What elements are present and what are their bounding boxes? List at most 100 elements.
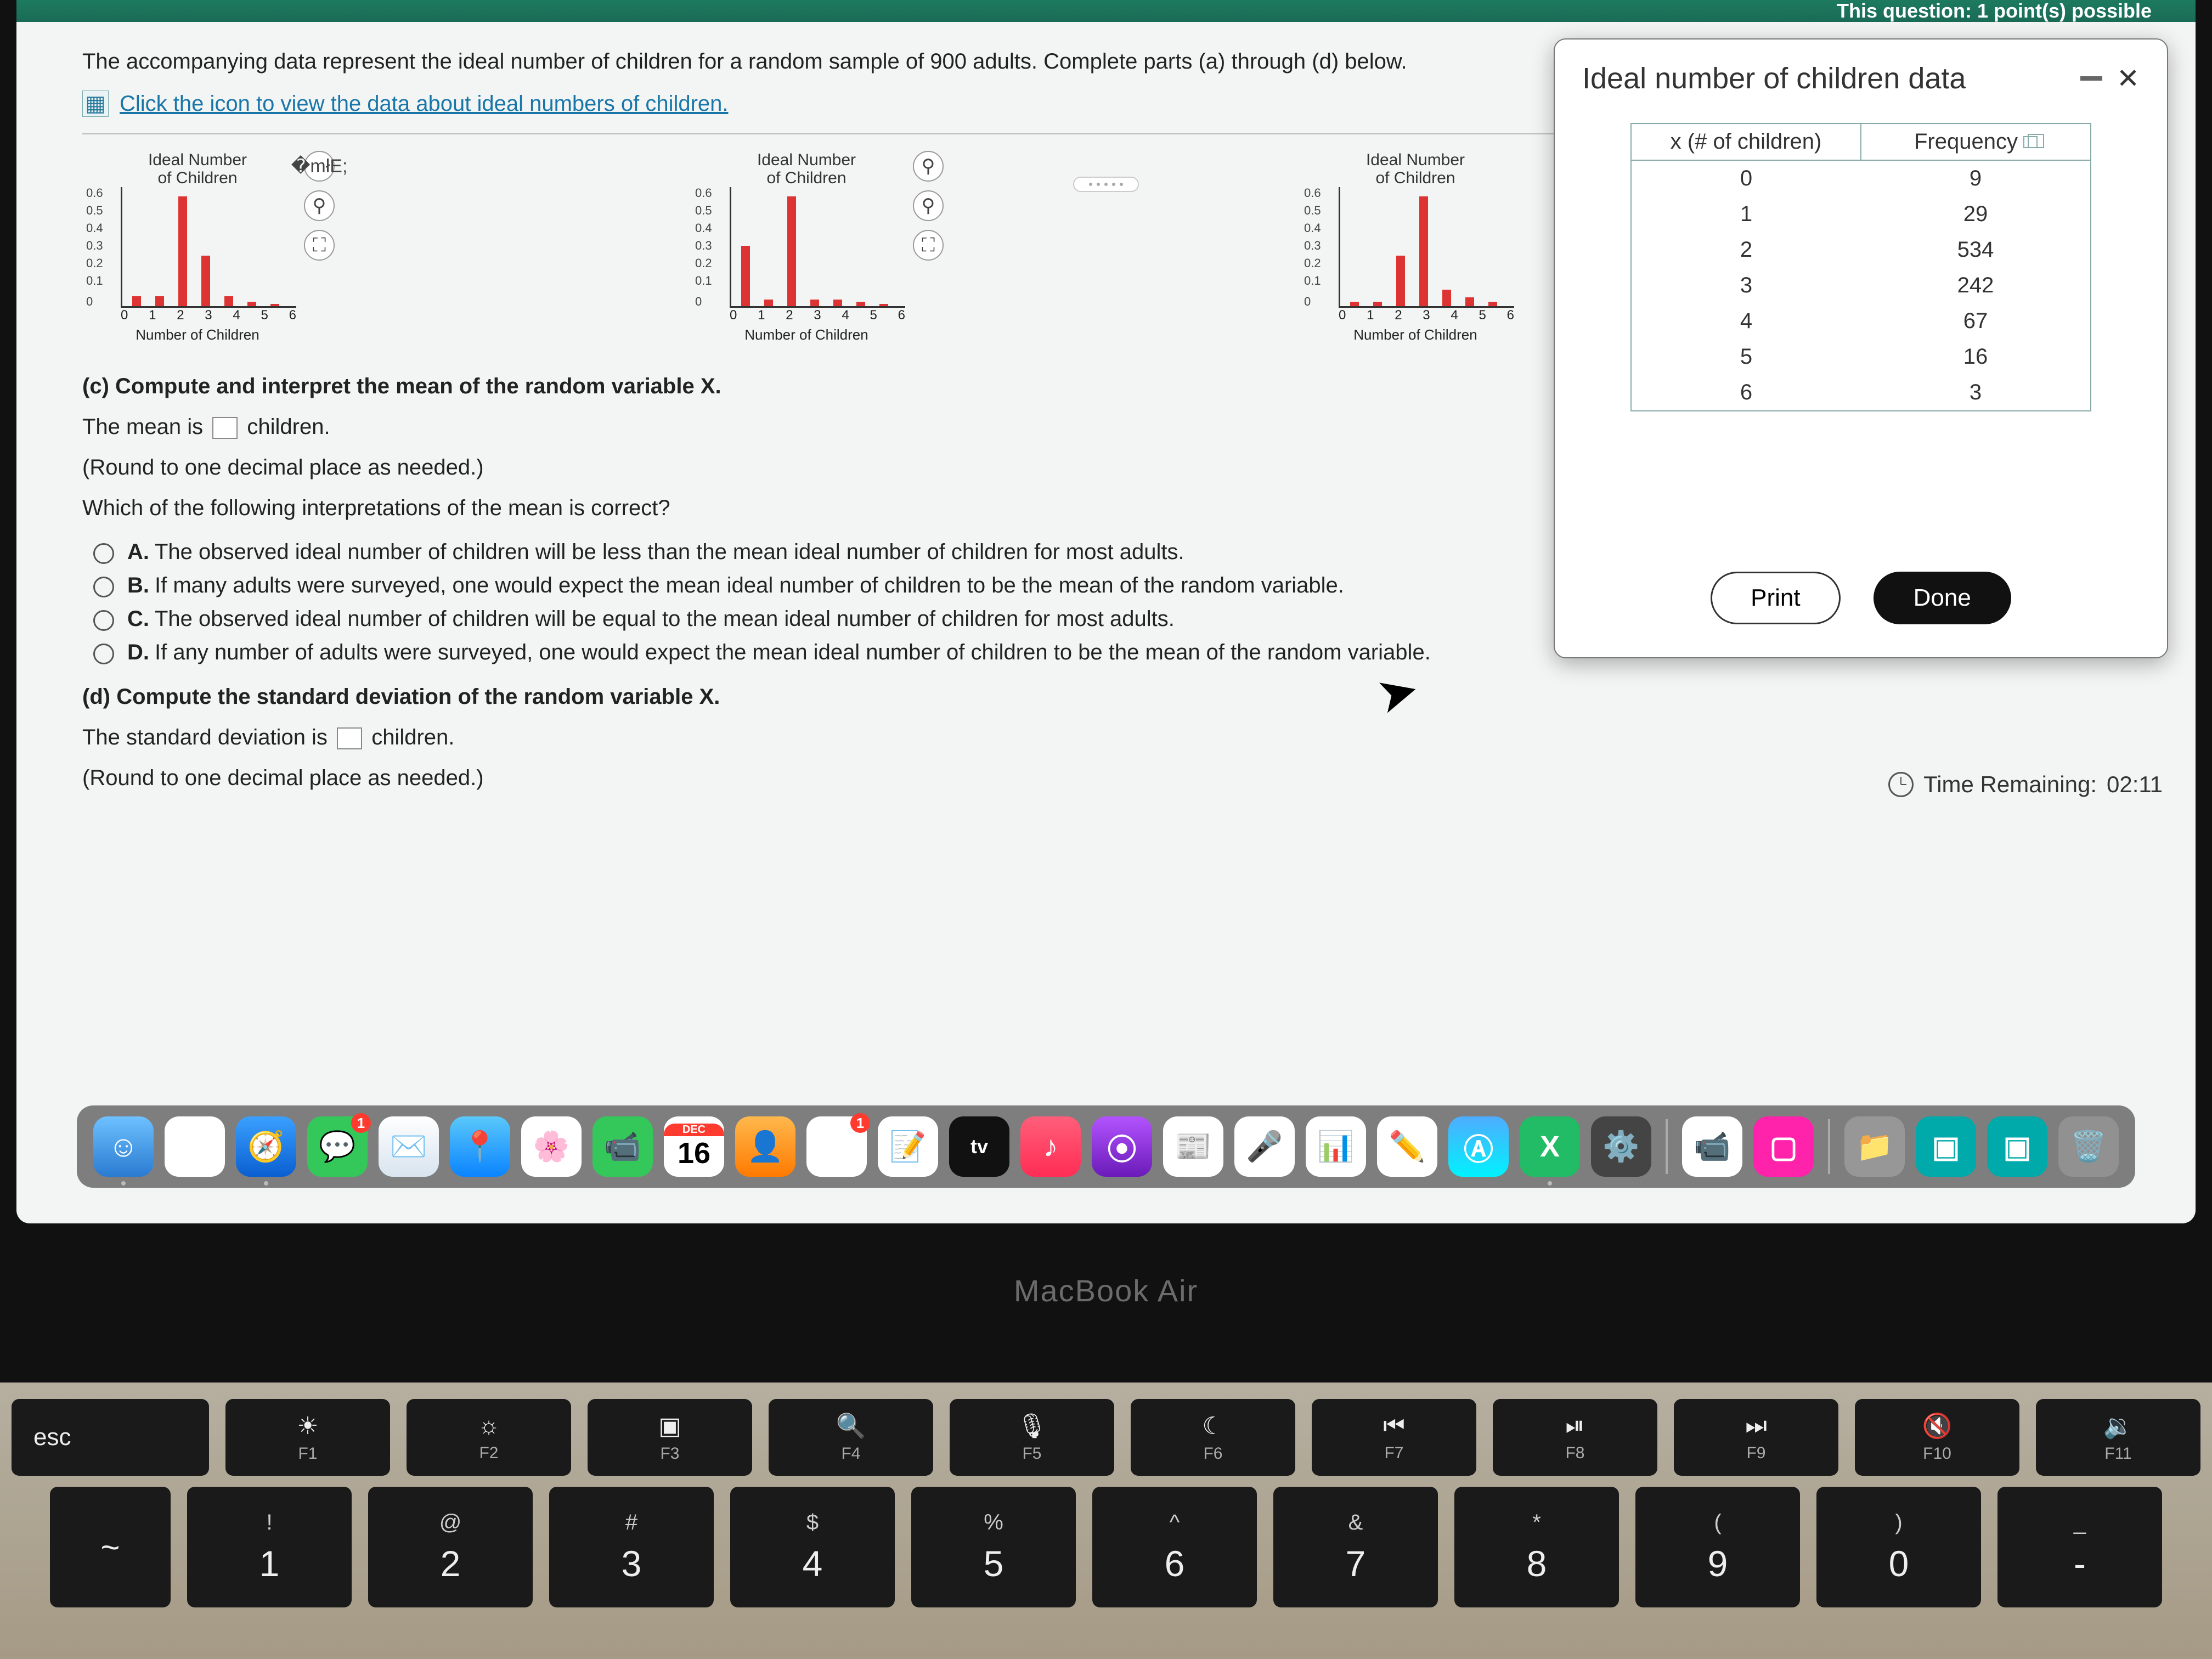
key-7[interactable]: &7 <box>1273 1487 1438 1607</box>
key-f11[interactable]: 🔉F11 <box>2036 1399 2200 1476</box>
drag-handle[interactable] <box>1073 177 1139 192</box>
keynote-icon[interactable]: 🎤 <box>1234 1116 1295 1177</box>
chart-title: Ideal Numberof Children <box>1317 151 1514 187</box>
launchpad-icon[interactable]: ▦ <box>165 1116 225 1177</box>
maps-icon[interactable]: 📍 <box>450 1116 510 1177</box>
table-row: 09 <box>1632 161 2090 196</box>
key-f1[interactable]: ☀F1 <box>225 1399 390 1476</box>
key-5[interactable]: %5 <box>911 1487 1076 1607</box>
radio-d[interactable] <box>93 644 114 664</box>
keyboard: esc ☀F1 ☼F2 ▣F3 🔍F4 🎙F5 ☾F6 ⏮F7 ⏯F8 ⏭F9 … <box>0 1383 2212 1659</box>
reminders-icon[interactable]: ☰1 <box>806 1116 867 1177</box>
pages-icon[interactable]: ✏️ <box>1377 1116 1437 1177</box>
key-4[interactable]: $4 <box>730 1487 895 1607</box>
finder-icon[interactable]: ☺ <box>93 1116 154 1177</box>
key-f6[interactable]: ☾F6 <box>1131 1399 1295 1476</box>
podcasts-icon[interactable]: ⦿ <box>1092 1116 1152 1177</box>
settings-icon[interactable]: ⚙️ <box>1591 1116 1651 1177</box>
col-freq-label: Frequency <box>1914 129 2018 154</box>
photos-icon[interactable]: 🌸 <box>521 1116 582 1177</box>
print-button[interactable]: Print <box>1711 572 1840 624</box>
mail-icon[interactable]: ✉️ <box>379 1116 439 1177</box>
zoom-in-icon[interactable]: ⚲ <box>913 151 944 182</box>
excel-icon[interactable]: X <box>1520 1116 1580 1177</box>
table-icon[interactable]: ▦ <box>82 91 109 117</box>
chart-title: Ideal Numberof Children <box>708 151 905 187</box>
appletv-icon[interactable]: tv <box>949 1116 1009 1177</box>
key-f3[interactable]: ▣F3 <box>588 1399 752 1476</box>
sd-post-text: children. <box>371 725 454 749</box>
key-f4[interactable]: 🔍F4 <box>769 1399 933 1476</box>
key-2[interactable]: @2 <box>368 1487 533 1607</box>
key-f5[interactable]: 🎙F5 <box>950 1399 1114 1476</box>
key-8[interactable]: *8 <box>1454 1487 1619 1607</box>
facetime-icon[interactable]: 📹 <box>592 1116 653 1177</box>
mean-input[interactable] <box>212 417 238 439</box>
table-row: 3242 <box>1632 268 2090 303</box>
macbook-label: MacBook Air <box>1014 1273 1198 1308</box>
choice-b-text: If many adults were surveyed, one would … <box>155 573 1344 597</box>
trash-icon[interactable]: 🗑️ <box>2058 1116 2119 1177</box>
question-header: This question: 1 point(s) possible <box>16 0 2196 22</box>
recent-app-icon[interactable]: ▣ <box>1987 1116 2047 1177</box>
key-1[interactable]: !1 <box>187 1487 352 1607</box>
done-button[interactable]: Done <box>1874 572 2011 624</box>
zoom-in-icon[interactable]: �młE; <box>304 151 335 182</box>
key-3[interactable]: #3 <box>549 1487 714 1607</box>
chart-option-1[interactable]: Ideal Numberof Children Probability 0.6 … <box>99 151 335 343</box>
key-f2[interactable]: ☼F2 <box>407 1399 571 1476</box>
points-possible-label: This question: 1 point(s) possible <box>1837 0 2152 22</box>
popout-icon[interactable]: ⛶ <box>304 230 335 261</box>
zoom-out-icon[interactable]: ⚲ <box>304 190 335 221</box>
calendar-icon[interactable]: DEC 16 <box>664 1116 724 1177</box>
sd-pre-text: The standard deviation is <box>82 725 328 749</box>
col-x-header: x (# of children) <box>1632 124 1861 161</box>
radio-b[interactable] <box>93 577 114 597</box>
chart-axes: 0.6 0.5 0.4 0.3 0.2 0.1 0 <box>121 187 296 308</box>
key-f10[interactable]: 🔇F10 <box>1855 1399 2019 1476</box>
chart-option-2[interactable]: Ideal Numberof Children Probability 0.6 … <box>708 151 944 343</box>
key-6[interactable]: ^6 <box>1092 1487 1257 1607</box>
choice-d-text: If any number of adults were surveyed, o… <box>155 640 1431 664</box>
key-f8[interactable]: ⏯F8 <box>1493 1399 1657 1476</box>
minimize-button[interactable] <box>2080 76 2102 81</box>
radio-c[interactable] <box>93 610 114 631</box>
appstore-icon[interactable]: Ⓐ <box>1448 1116 1509 1177</box>
radio-a[interactable] <box>93 543 114 564</box>
key-minus[interactable]: _- <box>1997 1487 2162 1607</box>
safari-icon[interactable]: 🧭 <box>236 1116 296 1177</box>
chart-option-3[interactable]: Ideal Numberof Children Probability 0.6 … <box>1317 151 1514 343</box>
close-button[interactable]: ✕ <box>2117 63 2140 94</box>
key-0[interactable]: )0 <box>1816 1487 1981 1607</box>
copy-icon[interactable] <box>2023 136 2038 148</box>
part-d-heading: (d) Compute the standard deviation of th… <box>82 681 2146 712</box>
music-icon[interactable]: ♪ <box>1020 1116 1081 1177</box>
key-tilde[interactable]: ~ <box>50 1487 171 1607</box>
x-axis-label: Number of Children <box>1317 326 1514 343</box>
notes-icon[interactable]: 📝 <box>878 1116 938 1177</box>
chart-axes: 0.6 0.5 0.4 0.3 0.2 0.1 0 <box>730 187 905 308</box>
key-9[interactable]: (9 <box>1635 1487 1800 1607</box>
key-f7[interactable]: ⏮F7 <box>1312 1399 1476 1476</box>
time-remaining: Time Remaining: 02:11 <box>1888 771 2163 798</box>
data-popup: Ideal number of children data ✕ x (# of … <box>1554 38 2168 658</box>
view-data-link[interactable]: Click the icon to view the data about id… <box>120 92 729 116</box>
key-f9[interactable]: ⏭F9 <box>1674 1399 1838 1476</box>
numbers-icon[interactable]: 📊 <box>1306 1116 1366 1177</box>
downloads-icon[interactable]: 📁 <box>1844 1116 1905 1177</box>
table-row: 129 <box>1632 196 2090 232</box>
contacts-icon[interactable]: 👤 <box>735 1116 795 1177</box>
chart-axes: 0.6 0.5 0.4 0.3 0.2 0.1 0 <box>1339 187 1514 308</box>
clock-icon <box>1888 772 1914 797</box>
news-icon[interactable]: 📰 <box>1163 1116 1223 1177</box>
popout-icon[interactable]: ⛶ <box>913 230 944 261</box>
zoom-icon[interactable]: 📹 <box>1682 1116 1742 1177</box>
col-freq-header: Frequency <box>1861 124 2090 161</box>
zoom-out-icon[interactable]: ⚲ <box>913 190 944 221</box>
recent-app-icon[interactable]: ▣ <box>1916 1116 1976 1177</box>
key-esc[interactable]: esc <box>12 1399 209 1476</box>
table-row: 516 <box>1632 339 2090 375</box>
sd-input[interactable] <box>337 727 362 749</box>
app-icon[interactable]: ▢ <box>1753 1116 1814 1177</box>
messages-icon[interactable]: 💬1 <box>307 1116 368 1177</box>
